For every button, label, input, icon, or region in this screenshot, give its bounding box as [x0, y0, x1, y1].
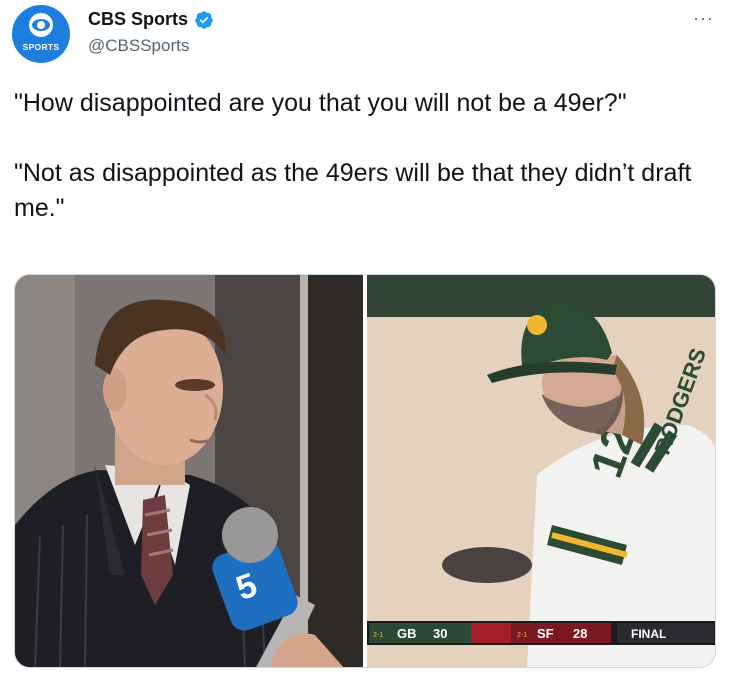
scorebug-home-record: 2-1	[517, 632, 527, 639]
verified-badge-icon	[195, 10, 213, 29]
tweet-paragraph: "How disappointed are you that you will …	[14, 89, 627, 117]
media-photo-right[interactable]: 12 RODGERS 2-1 GB 30 2-1 SF 28 FINAL	[367, 275, 715, 667]
media-photo-left[interactable]: 5	[15, 275, 363, 667]
scorebug-status: FINAL	[631, 627, 666, 641]
scorebug-away-team: GB	[397, 626, 417, 641]
author-handle[interactable]: @CBSSports	[88, 36, 189, 56]
author-name-row: CBS Sports	[88, 9, 214, 30]
more-options-icon[interactable]: ···	[693, 8, 714, 29]
tweet-text: "How disappointed are you that you will …	[14, 86, 704, 226]
game-photo-illustration: 12 RODGERS 2-1 GB 30 2-1 SF 28 FINAL	[367, 275, 715, 667]
interview-photo-illustration: 5	[15, 275, 363, 667]
media-grid: 5 12 RODGERS 2-1 GB 30 2-1 SF 28 FINAL	[14, 274, 716, 668]
avatar[interactable]: SPORTS	[12, 5, 70, 63]
avatar-label: SPORTS	[22, 42, 60, 52]
scorebug-away-record: 2-1	[373, 632, 383, 639]
scorebug-home-team: SF	[537, 626, 554, 641]
scorebug-home-score: 28	[573, 626, 587, 641]
display-name[interactable]: CBS Sports	[88, 9, 188, 30]
cbs-eye-logo-icon	[29, 13, 53, 37]
scorebug-away-score: 30	[433, 626, 447, 641]
tweet-paragraph: "Not as disappointed as the 49ers will b…	[14, 159, 692, 222]
